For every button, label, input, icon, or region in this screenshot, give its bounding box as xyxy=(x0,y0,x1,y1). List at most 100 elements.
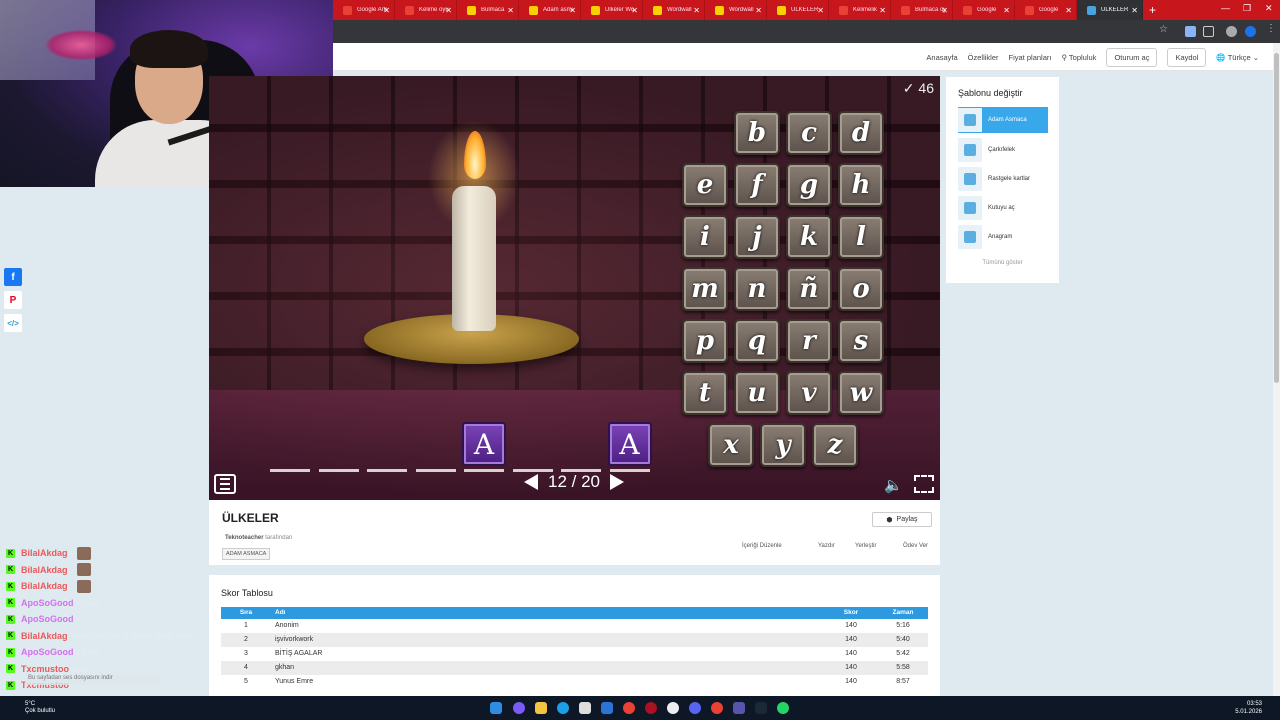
browser-tab[interactable]: Google ✕ xyxy=(1015,0,1077,20)
browser-tab[interactable]: Google ✕ xyxy=(953,0,1015,20)
nav-pricing[interactable]: Fiyat planları xyxy=(1009,53,1052,62)
prev-arrow-icon[interactable] xyxy=(524,474,538,490)
hamburger-icon[interactable] xyxy=(214,474,236,494)
letter-key[interactable]: k xyxy=(786,215,832,259)
speaker-icon[interactable]: 🔈 xyxy=(884,476,903,494)
app-icon[interactable] xyxy=(645,702,657,714)
embed-link[interactable]: Yerleştir xyxy=(855,543,876,549)
letter-key[interactable]: s xyxy=(838,319,884,363)
discord-icon[interactable] xyxy=(689,702,701,714)
facebook-share-icon[interactable]: f xyxy=(4,268,22,286)
start-icon[interactable] xyxy=(490,702,502,714)
letter-key[interactable]: f xyxy=(734,163,780,207)
edge-icon[interactable] xyxy=(557,702,569,714)
chat-username[interactable]: BilalAkdag xyxy=(21,631,68,641)
letter-key[interactable]: o xyxy=(838,267,884,311)
letter-key[interactable]: ñ xyxy=(786,267,832,311)
template-wheel[interactable]: Çarkıfelek xyxy=(958,137,1048,163)
letter-key[interactable]: m xyxy=(682,267,728,311)
close-tab-icon[interactable]: ✕ xyxy=(631,6,638,15)
browser-tab[interactable]: Kelimelik ✕ xyxy=(829,0,891,20)
chat-username[interactable]: ApoSoGood xyxy=(21,614,74,624)
browser-tab[interactable]: Kelime oyunu✕ xyxy=(395,0,457,20)
close-tab-icon[interactable]: ✕ xyxy=(1065,6,1072,15)
letter-key[interactable]: e xyxy=(682,163,728,207)
letter-key[interactable]: w xyxy=(838,371,884,415)
letter-key[interactable]: u xyxy=(734,371,780,415)
print-link[interactable]: Yazdır xyxy=(818,543,835,549)
browser-tab[interactable]: Google Arts ✕ xyxy=(333,0,395,20)
browser-tab[interactable]: Bulmaca oyn✕ xyxy=(891,0,953,20)
browser-tab[interactable]: Wordwall ✕ xyxy=(705,0,767,20)
assign-link[interactable]: Ödev Ver xyxy=(903,543,928,549)
letter-key[interactable]: j xyxy=(734,215,780,259)
nav-community[interactable]: ⚲ Topluluk xyxy=(1061,53,1096,62)
system-clock[interactable]: 03:53 5.01.2026 xyxy=(1235,700,1262,716)
close-tab-icon[interactable]: ✕ xyxy=(941,6,948,15)
letter-key[interactable]: y xyxy=(760,423,806,467)
download-notice[interactable]: Bu sayfadan ses dosyasını indir xyxy=(25,675,160,685)
copilot-icon[interactable] xyxy=(513,702,525,714)
signup-button[interactable]: Kaydol xyxy=(1167,47,1207,67)
close-tab-icon[interactable]: ✕ xyxy=(569,6,576,15)
browser-tab[interactable]: ÜLKELER ✕ xyxy=(767,0,829,20)
chat-username[interactable]: ApoSoGood xyxy=(21,598,74,608)
close-tab-icon[interactable]: ✕ xyxy=(817,6,824,15)
letter-key[interactable]: z xyxy=(812,423,858,467)
close-tab-icon[interactable]: ✕ xyxy=(383,6,390,15)
letter-key[interactable]: t xyxy=(682,371,728,415)
embed-share-icon[interactable]: </> xyxy=(4,314,22,332)
letter-key[interactable]: d xyxy=(838,111,884,155)
downloads-icon[interactable] xyxy=(1226,26,1237,37)
nav-home[interactable]: Anasayfa xyxy=(926,53,957,62)
letter-key[interactable]: l xyxy=(838,215,884,259)
letter-key[interactable]: r xyxy=(786,319,832,363)
letter-key[interactable]: x xyxy=(708,423,754,467)
app-icon[interactable] xyxy=(733,702,745,714)
close-tab-icon[interactable]: ✕ xyxy=(1003,6,1010,15)
profile-icon[interactable] xyxy=(1245,26,1256,37)
star-icon[interactable]: ☆ xyxy=(1159,24,1170,35)
pinterest-share-icon[interactable]: P xyxy=(4,291,22,309)
author-name[interactable]: Teknoteacher xyxy=(225,535,264,541)
share-button[interactable]: ⬢ Paylaş xyxy=(872,512,932,527)
weather-widget[interactable]: 5°C Çok bulutlu xyxy=(25,701,55,715)
extension-icon[interactable] xyxy=(1185,26,1196,37)
letter-key[interactable]: g xyxy=(786,163,832,207)
close-tab-icon[interactable]: ✕ xyxy=(693,6,700,15)
letter-key[interactable]: c xyxy=(786,111,832,155)
folder-icon[interactable] xyxy=(535,702,547,714)
nav-features[interactable]: Özellikler xyxy=(968,53,999,62)
browser-tab[interactable]: Ülkeler Wo ✕ xyxy=(581,0,643,20)
close-window-icon[interactable]: ✕ xyxy=(1265,3,1273,14)
mail-icon[interactable] xyxy=(601,702,613,714)
letter-key[interactable]: n xyxy=(734,267,780,311)
login-button[interactable]: Oturum aç xyxy=(1106,47,1158,67)
chat-username[interactable]: Txcmustoo xyxy=(21,664,69,674)
letter-key[interactable]: v xyxy=(786,371,832,415)
new-tab-button[interactable]: + xyxy=(1149,3,1156,17)
chat-username[interactable]: BilalAkdag xyxy=(21,565,68,575)
whatsapp-icon[interactable] xyxy=(777,702,789,714)
chrome-icon[interactable] xyxy=(711,702,723,714)
letter-key[interactable]: h xyxy=(838,163,884,207)
chrome-icon[interactable] xyxy=(623,702,635,714)
edit-content-link[interactable]: İçeriği Düzenle xyxy=(742,543,782,549)
chat-username[interactable]: ApoSoGood xyxy=(21,647,74,657)
template-random-cards[interactable]: Rastgele kartlar xyxy=(958,166,1048,192)
steam-icon[interactable] xyxy=(755,702,767,714)
template-hangman[interactable]: Adam Asmaca xyxy=(958,107,1048,133)
chat-username[interactable]: BilalAkdag xyxy=(21,548,68,558)
browser-tab-active[interactable]: ÜLKELER ✕ xyxy=(1077,0,1143,20)
letter-key[interactable]: b xyxy=(734,111,780,155)
letter-key[interactable]: q xyxy=(734,319,780,363)
language-select[interactable]: 🌐 Türkçe ⌄ xyxy=(1216,53,1259,62)
more-icon[interactable]: ⋮ xyxy=(1266,23,1277,34)
app-icon[interactable] xyxy=(667,702,679,714)
browser-tab[interactable]: Wordwall ✕ xyxy=(643,0,705,20)
close-tab-icon[interactable]: ✕ xyxy=(755,6,762,15)
close-tab-icon[interactable]: ✕ xyxy=(1131,6,1138,15)
fullscreen-icon[interactable] xyxy=(914,475,934,493)
template-anagram[interactable]: Anagram xyxy=(958,224,1048,250)
chat-username[interactable]: BilalAkdag xyxy=(21,581,68,591)
